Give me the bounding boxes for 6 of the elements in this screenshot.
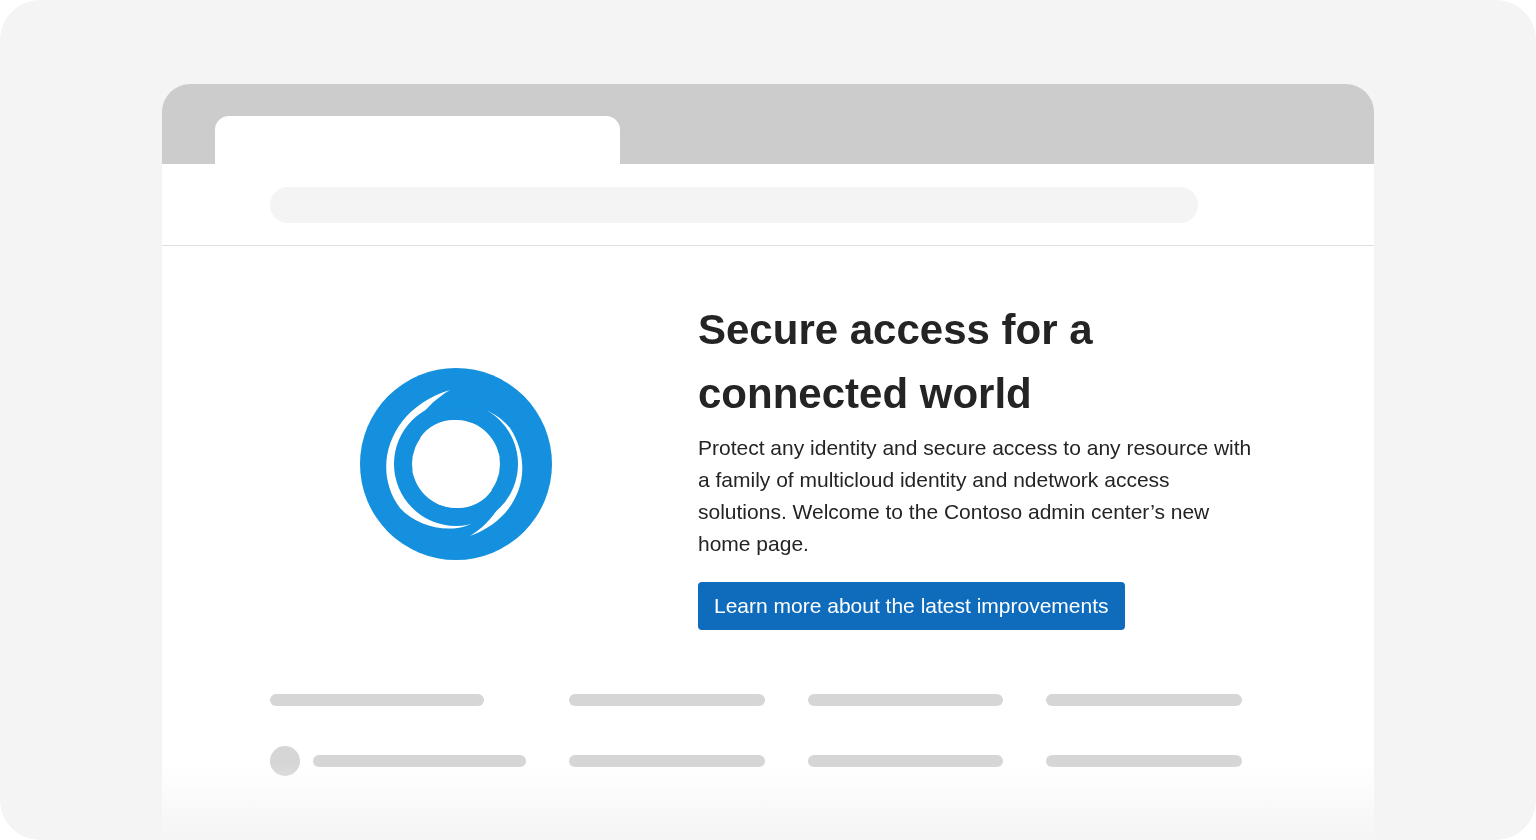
learn-more-button[interactable]: Learn more about the latest improvements	[698, 582, 1125, 630]
hero-description: Protect any identity and secure access to any resource with a family of multicloud identity and ndetwork access solutions. Welcome to the Contoso admin center’s new home page.	[698, 435, 1253, 557]
browser-tab[interactable]	[215, 116, 620, 164]
hero-heading: Secure access for a connected world	[698, 305, 1094, 419]
placeholder-avatar	[270, 746, 300, 776]
swirl-logo-icon	[360, 368, 552, 560]
